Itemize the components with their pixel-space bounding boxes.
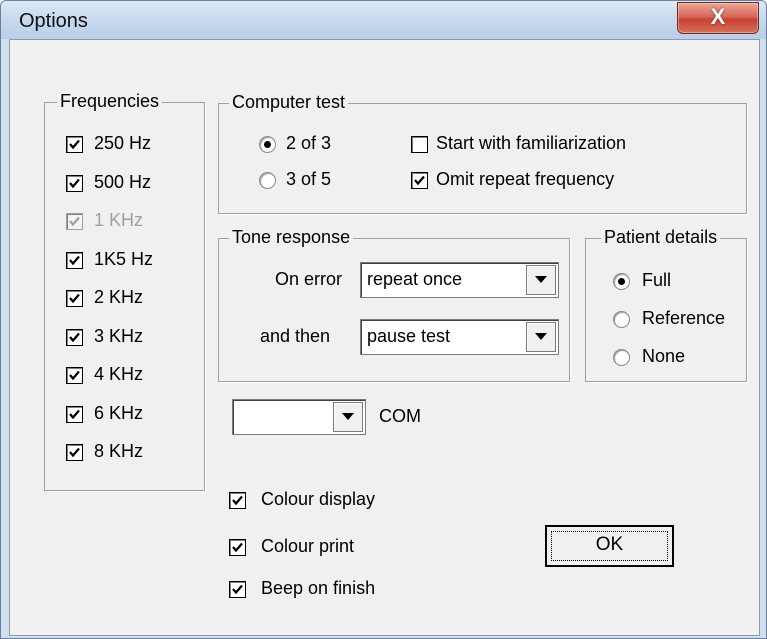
check-icon: [69, 409, 80, 419]
frequency-checkbox[interactable]: [66, 174, 83, 192]
omit-repeat-checkbox[interactable]: [411, 172, 428, 189]
beep-on-finish-checkbox[interactable]: [229, 581, 246, 598]
check-icon: [69, 332, 80, 342]
check-icon: [232, 542, 243, 553]
frequency-checkbox[interactable]: [66, 136, 83, 153]
close-icon: X: [710, 4, 726, 29]
check-icon: [69, 293, 80, 304]
radio-3-of-5-label[interactable]: 3 of 5: [286, 169, 331, 190]
frequency-checkbox: [66, 213, 83, 230]
tone-response-group: Tone response: [218, 227, 570, 382]
frequency-checkbox[interactable]: [66, 328, 83, 346]
chevron-down-icon: [342, 413, 354, 420]
frequencies-legend: Frequencies: [57, 91, 163, 112]
check-icon: [232, 495, 243, 506]
chevron-down-icon: [535, 333, 547, 340]
computer-test-group: Computer test: [218, 92, 747, 214]
check-icon: [414, 175, 425, 186]
on-error-value: repeat once: [367, 269, 463, 289]
check-icon: [69, 139, 80, 150]
close-button[interactable]: X: [677, 2, 759, 34]
check-icon: [69, 370, 80, 381]
com-port-dropdown[interactable]: [232, 399, 366, 435]
radio-3-of-5[interactable]: [259, 172, 276, 189]
radio-patient-none-label[interactable]: None: [642, 346, 685, 367]
radio-2-of-3[interactable]: [259, 136, 276, 153]
frequency-checkbox[interactable]: [66, 367, 83, 384]
frequency-label[interactable]: 250 Hz: [94, 133, 151, 154]
options-dialog: Options X Frequencies 250 Hz 500 Hz 1 KHz 1…: [0, 0, 767, 639]
frequency-label[interactable]: 6 KHz: [94, 403, 143, 424]
chevron-down-icon: [535, 276, 547, 283]
on-error-dropdown-arrow[interactable]: [526, 265, 556, 295]
familiarization-label[interactable]: Start with familiarization: [436, 133, 626, 154]
on-error-dropdown[interactable]: repeat once: [360, 262, 559, 298]
check-icon: [232, 584, 243, 595]
omit-repeat-label[interactable]: Omit repeat frequency: [436, 169, 614, 190]
and-then-dropdown[interactable]: pause test: [360, 319, 559, 355]
colour-print-label[interactable]: Colour print: [261, 536, 354, 557]
radio-patient-none[interactable]: [613, 349, 630, 366]
colour-display-checkbox[interactable]: [229, 492, 246, 509]
familiarization-checkbox[interactable]: [411, 136, 428, 153]
frequency-checkbox[interactable]: [66, 405, 83, 423]
dialog-body: Frequencies 250 Hz 500 Hz 1 KHz 1K5 Hz 2 KHz…: [9, 39, 760, 636]
radio-patient-full-label[interactable]: Full: [642, 270, 671, 291]
frequency-label[interactable]: 4 KHz: [94, 364, 143, 385]
frequency-label[interactable]: 500 Hz: [94, 172, 151, 193]
and-then-dropdown-arrow[interactable]: [526, 322, 556, 352]
computer-test-legend: Computer test: [229, 92, 349, 113]
check-icon: [69, 447, 80, 458]
and-then-label: and then: [260, 326, 331, 346]
radio-patient-reference[interactable]: [613, 311, 630, 328]
frequency-label[interactable]: 3 KHz: [94, 326, 143, 347]
check-icon: [69, 255, 80, 265]
radio-selected-dot: [264, 141, 271, 148]
frequency-label[interactable]: 8 KHz: [94, 441, 143, 462]
on-error-label: On error: [275, 269, 343, 289]
com-label: COM: [379, 406, 421, 426]
radio-patient-full[interactable]: [613, 273, 630, 290]
frequency-checkbox[interactable]: [66, 290, 83, 307]
patient-details-legend: Patient details: [601, 227, 721, 248]
ok-button-label: OK: [595, 534, 624, 555]
frequency-label: 1 KHz: [94, 210, 144, 230]
beep-on-finish-label[interactable]: Beep on finish: [261, 578, 375, 599]
radio-patient-reference-label[interactable]: Reference: [642, 308, 725, 329]
check-icon: [69, 178, 80, 188]
check-icon: [69, 216, 80, 227]
frequency-label[interactable]: 2 KHz: [94, 287, 143, 308]
com-port-dropdown-arrow[interactable]: [333, 402, 363, 432]
tone-response-legend: Tone response: [229, 227, 354, 248]
radio-selected-dot: [618, 278, 625, 285]
colour-display-label[interactable]: Colour display: [261, 489, 375, 510]
window-title: Options: [19, 10, 88, 32]
title-bar[interactable]: Options X: [1, 1, 766, 39]
frequency-label[interactable]: 1K5 Hz: [94, 249, 153, 270]
and-then-value: pause test: [367, 326, 451, 346]
colour-print-checkbox[interactable]: [229, 539, 246, 556]
ok-button[interactable]: OK: [545, 525, 674, 567]
frequency-checkbox[interactable]: [66, 251, 83, 269]
radio-2-of-3-label[interactable]: 2 of 3: [286, 133, 331, 154]
frequency-checkbox[interactable]: [66, 444, 83, 461]
